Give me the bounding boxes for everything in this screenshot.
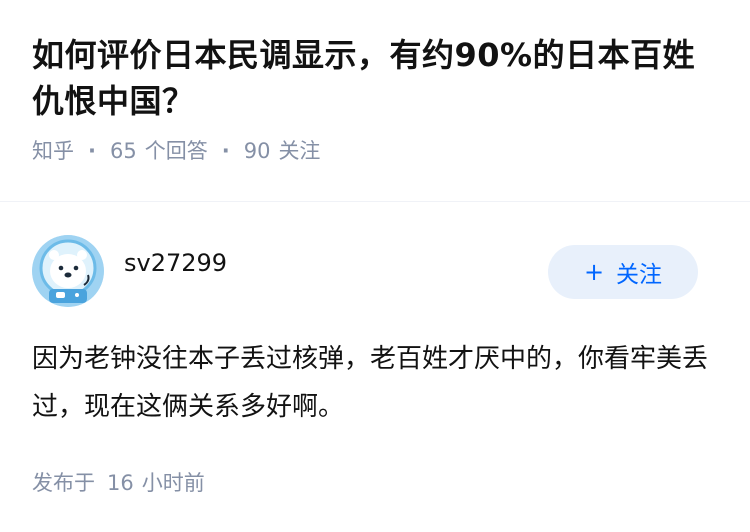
answer-count: 65 (109, 139, 137, 163)
question-meta: 知乎 · 65 个回答 · 90 关注 (32, 136, 718, 166)
posted-prefix: 发布于 (32, 471, 95, 495)
polar-bear-astronaut-icon (32, 235, 104, 307)
posted-time: 发布于 16 小时前 (32, 467, 718, 497)
separator-dot: · (221, 139, 230, 163)
answer-content[interactable]: 因为老钟没往本子丢过核弹，老百姓才厌中的，你看牢美丢过，现在这俩关系多好啊。 (32, 335, 718, 431)
posted-suffix: 小时前 (141, 471, 205, 495)
posted-number: 16 (107, 471, 134, 495)
follow-count-label[interactable]: 关注 (278, 136, 320, 166)
avatar[interactable] (32, 235, 104, 307)
question-title[interactable]: 如何评价日本民调显示，有约90%的日本百姓仇恨中国？ (32, 32, 718, 124)
answer-count-label[interactable]: 个回答 (145, 136, 208, 166)
answer-card: sv27299 + 关注 因为老钟没往本子丢过核弹，老百姓才厌中的，你看牢美丢过… (0, 235, 750, 497)
author-name[interactable]: sv27299 (124, 249, 227, 277)
follow-button-label: 关注 (616, 262, 663, 288)
follow-count: 90 (243, 139, 271, 163)
follow-button[interactable]: + 关注 (548, 245, 698, 299)
source-label: 知乎 (32, 139, 74, 163)
question-header: 如何评价日本民调显示，有约90%的日本百姓仇恨中国？ 知乎 · 65 个回答 ·… (0, 0, 750, 202)
author-row: sv27299 + 关注 (32, 235, 718, 307)
plus-icon: + (583, 258, 605, 286)
separator-dot: · (88, 139, 96, 163)
